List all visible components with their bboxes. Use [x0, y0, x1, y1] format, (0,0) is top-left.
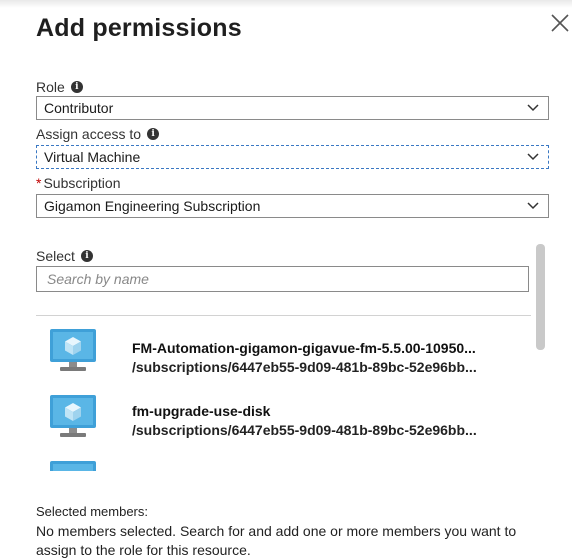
- info-icon[interactable]: i: [147, 128, 160, 140]
- close-icon[interactable]: [549, 12, 571, 34]
- resource-name: FM-Automation-gigamon-gigavue-fm-5.5.00-…: [132, 340, 476, 356]
- role-label-row: Role i: [36, 79, 83, 95]
- selected-members-title: Selected members:: [36, 504, 148, 519]
- select-label-row: Select i: [36, 248, 93, 264]
- assign-label-row: Assign access to i: [36, 126, 160, 142]
- list-item[interactable]: [36, 460, 531, 471]
- scrollbar-thumb[interactable]: [536, 244, 545, 350]
- selected-members-description: No members selected. Search for and add …: [36, 523, 517, 558]
- page-title: Add permissions: [36, 14, 242, 42]
- virtual-machine-icon: [50, 329, 96, 371]
- assign-access-value: Virtual Machine: [44, 149, 141, 165]
- subscription-label: Subscription: [43, 175, 121, 191]
- search-input[interactable]: Search by name: [36, 266, 529, 292]
- role-value: Contributor: [44, 100, 114, 116]
- role-label: Role: [36, 79, 65, 95]
- required-marker: *: [36, 175, 42, 191]
- subscription-value: Gigamon Engineering Subscription: [44, 198, 261, 214]
- list-item-text: FM-Automation-gigamon-gigavue-fm-5.5.00-…: [132, 339, 531, 377]
- chevron-down-icon: [527, 202, 539, 210]
- chevron-down-icon: [527, 104, 539, 112]
- resource-name: fm-upgrade-use-disk: [132, 403, 271, 419]
- results-list: FM-Automation-gigamon-gigavue-fm-5.5.00-…: [36, 316, 531, 471]
- list-item[interactable]: FM-Automation-gigamon-gigavue-fm-5.5.00-…: [36, 326, 531, 390]
- panel-top-shadow: [0, 0, 572, 8]
- info-icon[interactable]: i: [70, 81, 83, 93]
- virtual-machine-icon: [50, 461, 96, 471]
- virtual-machine-icon: [50, 395, 96, 437]
- assign-access-dropdown[interactable]: Virtual Machine: [36, 145, 549, 169]
- assign-access-label: Assign access to: [36, 126, 142, 142]
- list-item[interactable]: fm-upgrade-use-disk /subscriptions/6447e…: [36, 390, 531, 454]
- subscription-dropdown[interactable]: Gigamon Engineering Subscription: [36, 194, 549, 218]
- role-dropdown[interactable]: Contributor: [36, 96, 549, 120]
- subscription-label-row: * Subscription: [36, 175, 121, 191]
- chevron-down-icon: [527, 153, 539, 161]
- select-label: Select: [36, 248, 75, 264]
- resource-path: /subscriptions/6447eb55-9d09-481b-89bc-5…: [132, 359, 477, 375]
- resource-path: /subscriptions/6447eb55-9d09-481b-89bc-5…: [132, 422, 477, 438]
- list-item-text: fm-upgrade-use-disk /subscriptions/6447e…: [132, 402, 531, 440]
- info-icon[interactable]: i: [80, 250, 93, 262]
